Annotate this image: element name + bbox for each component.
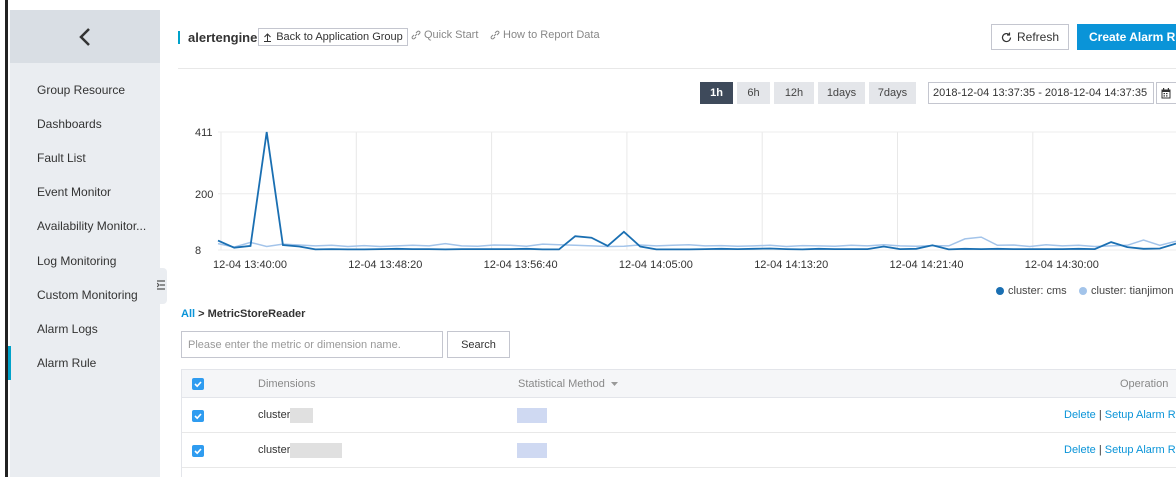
app-name: alertengine (188, 30, 258, 45)
sidebar-item-fault-list[interactable]: Fault List (10, 141, 160, 175)
redacted-value (290, 443, 342, 458)
select-all-checkbox[interactable] (192, 378, 204, 390)
header-divider (178, 68, 1176, 69)
x-tick-label: 12-04 13:56:40 (484, 259, 558, 271)
sidebar: Group Resource Dashboards Fault List Eve… (8, 10, 160, 477)
chevron-left-icon (79, 27, 90, 46)
check-icon (194, 448, 202, 455)
redacted-method (517, 408, 547, 423)
y-tick-label: 8 (195, 245, 201, 257)
y-tick-label: 200 (195, 189, 213, 201)
caret-down-icon (610, 382, 618, 386)
sidebar-item-group-resource[interactable]: Group Resource (10, 73, 160, 107)
back-arrow-icon (264, 32, 272, 42)
metric-line-chart: 12-04 13:40:00 12-04 13:48:20 12-04 13:56:… (195, 127, 1176, 271)
window-edge (0, 0, 10, 477)
legend-dot (1079, 287, 1087, 295)
sidebar-back-button[interactable] (10, 10, 160, 63)
time-option-6h[interactable]: 6h (737, 82, 770, 104)
sidebar-item-log-monitoring[interactable]: Log Monitoring (10, 244, 160, 278)
legend-item-tianjimon[interactable]: cluster: tianjimon (1079, 285, 1174, 297)
refresh-icon (1001, 32, 1012, 42)
create-alarm-rule-label: Create Alarm Rule (1089, 30, 1176, 44)
back-to-group-label: Back to Application Group (276, 31, 403, 43)
search-button[interactable]: Search (447, 331, 510, 358)
delete-link[interactable]: Delete (1064, 444, 1096, 456)
table-header: Dimensions Statistical Method Operation (182, 369, 1176, 398)
link-icon (490, 30, 500, 40)
header-dimensions: Dimensions (258, 378, 316, 390)
header-statistical-method[interactable]: Statistical Method (518, 378, 618, 390)
sidebar-item-dashboards[interactable]: Dashboards (10, 107, 160, 141)
row-dimension: cluster: (258, 444, 294, 456)
legend-item-cms[interactable]: cluster: cms (996, 285, 1067, 297)
calendar-button[interactable] (1156, 82, 1176, 104)
legend-label: cluster: cms (1008, 285, 1067, 297)
y-tick-label: 411 (195, 127, 213, 139)
metric-search-input[interactable] (181, 331, 443, 358)
sidebar-item-event-monitor[interactable]: Event Monitor (10, 175, 160, 209)
time-option-12h[interactable]: 12h (774, 82, 814, 104)
x-tick-label: 12-04 14:05:00 (619, 259, 693, 271)
legend-label: cluster: tianjimon (1091, 285, 1174, 297)
refresh-label: Refresh (1016, 30, 1060, 44)
sidebar-collapse-handle[interactable] (155, 268, 167, 304)
refresh-button[interactable]: Refresh (991, 24, 1069, 50)
quick-start-label: Quick Start (424, 29, 479, 41)
x-tick-label: 12-04 13:48:20 (348, 259, 422, 271)
delete-link[interactable]: Delete (1064, 409, 1096, 421)
menu-collapse-icon (157, 280, 165, 290)
sidebar-item-alarm-logs[interactable]: Alarm Logs (10, 312, 160, 346)
operation-separator: | (1098, 444, 1102, 456)
breadcrumb: All > MetricStoreReader (181, 308, 305, 320)
time-option-1days[interactable]: 1days (818, 82, 865, 104)
breadcrumb-current: MetricStoreReader (207, 308, 306, 320)
metrics-table: Dimensions Statistical Method Operation … (181, 369, 1176, 477)
breadcrumb-all-link[interactable]: All (181, 308, 195, 320)
quick-start-link[interactable]: Quick Start (411, 29, 478, 41)
how-to-report-label: How to Report Data (503, 29, 600, 41)
breadcrumb-separator: > (198, 308, 205, 320)
redacted-value (290, 408, 313, 423)
back-to-group-button[interactable]: Back to Application Group (258, 28, 408, 46)
time-option-1h[interactable]: 1h (700, 82, 733, 104)
calendar-icon (1161, 88, 1171, 99)
row-checkbox[interactable] (192, 410, 204, 422)
sidebar-item-alarm-rule[interactable]: Alarm Rule (8, 346, 160, 380)
sidebar-item-availability-monitor[interactable]: Availability Monitor... (10, 209, 160, 243)
row-dimension: cluster: (258, 409, 294, 421)
check-icon (194, 381, 202, 388)
title-accent-bar (178, 31, 180, 44)
header-operation: Operation (1120, 378, 1169, 390)
create-alarm-rule-button[interactable]: Create Alarm Rule (1077, 24, 1176, 50)
check-icon (194, 413, 202, 420)
operation-separator: | (1098, 409, 1102, 421)
legend-dot (996, 287, 1004, 295)
how-to-report-link[interactable]: How to Report Data (490, 29, 600, 41)
date-range-input[interactable]: 2018-12-04 13:37:35 - 2018-12-04 14:37:3… (928, 82, 1154, 104)
table-row: cluster: Delete | Setup Alarm Rule (182, 398, 1176, 433)
row-operations: Delete | Setup Alarm Rule (1064, 444, 1176, 456)
setup-alarm-rule-link[interactable]: Setup Alarm Rule (1105, 409, 1176, 421)
table-row: cluster: Delete | Setup Alarm Rule (182, 433, 1176, 468)
row-operations: Delete | Setup Alarm Rule (1064, 409, 1176, 421)
sidebar-item-custom-monitoring[interactable]: Custom Monitoring (10, 278, 160, 312)
redacted-method (517, 443, 547, 458)
x-tick-label: 12-04 14:21:40 (890, 259, 964, 271)
time-option-7days[interactable]: 7days (869, 82, 916, 104)
x-tick-label: 12-04 14:13:20 (754, 259, 828, 271)
header-statistical-method-label: Statistical Method (518, 378, 605, 390)
x-tick-label: 12-04 13:40:00 (213, 259, 287, 271)
row-checkbox[interactable] (192, 445, 204, 457)
setup-alarm-rule-link[interactable]: Setup Alarm Rule (1105, 444, 1176, 456)
link-icon (411, 30, 421, 40)
x-tick-label: 12-04 14:30:00 (1025, 259, 1099, 271)
